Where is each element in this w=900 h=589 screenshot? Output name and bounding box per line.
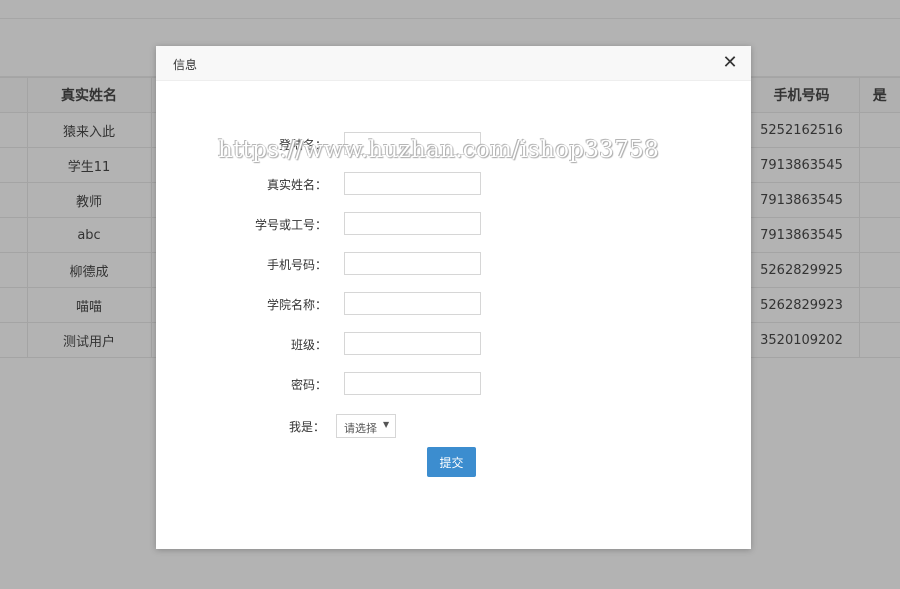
college-input[interactable] [344, 292, 481, 315]
table-cell [858, 252, 900, 288]
column-header-phone[interactable]: 手机号码 [743, 77, 860, 113]
student-id-label: 学号或工号： [254, 218, 327, 232]
phone-input[interactable] [344, 252, 481, 275]
table-cell [0, 147, 28, 183]
table-cell [858, 217, 900, 253]
student-id-input[interactable] [344, 212, 481, 235]
table-cell [858, 182, 900, 218]
name-cell: 猿来入此 [26, 112, 152, 148]
caret-down-icon: ▼ [383, 420, 390, 429]
column-header[interactable]: 是 [858, 77, 900, 113]
table-cell [0, 252, 28, 288]
password-input[interactable] [344, 372, 481, 395]
role-select[interactable]: 请选择 ▼ [336, 414, 396, 438]
role-label: 我是： [288, 420, 325, 434]
table-cell [0, 287, 28, 323]
form-row-login: 登陆名： [156, 132, 751, 156]
password-label: 密码： [290, 378, 327, 392]
name-cell: abc [26, 217, 152, 253]
class-label: 班级： [290, 338, 327, 352]
table-cell [0, 322, 28, 358]
form-row-phone: 手机号码： [156, 252, 751, 276]
table-cell [858, 112, 900, 148]
college-label: 学院名称： [266, 298, 327, 312]
form-row-id: 学号或工号： [156, 212, 751, 236]
table-cell [0, 182, 28, 218]
form-row-role: 我是： 请选择 ▼ [156, 414, 751, 438]
phone-cell: 5262829923 [743, 287, 860, 323]
dialog-header: 信息 ✕ [156, 46, 751, 81]
real-name-label: 真实姓名： [266, 178, 327, 192]
form-row-realname: 真实姓名： [156, 172, 751, 196]
name-cell: 柳德成 [26, 252, 152, 288]
name-cell: 测试用户 [26, 322, 152, 358]
name-cell: 教师 [26, 182, 152, 218]
role-select-value: 请选择 [344, 422, 377, 435]
name-cell: 学生11 [26, 147, 152, 183]
dialog-title: 信息 [173, 58, 198, 72]
close-icon[interactable]: ✕ [722, 54, 738, 72]
column-header-name[interactable]: 真实姓名 [26, 77, 152, 113]
phone-cell: 7913863545 [743, 182, 860, 218]
form-row-college: 学院名称： [156, 292, 751, 316]
form-row-class: 班级： [156, 332, 751, 356]
top-bar [0, 0, 900, 19]
form-row-password: 密码： [156, 372, 751, 396]
info-dialog: 信息 ✕ 登陆名： 真实姓名： 学号或工号： 手机号码： 学院名称： 班级： 密… [156, 46, 751, 549]
phone-cell: 3520109202 [743, 322, 860, 358]
table-cell [0, 112, 28, 148]
column-header [0, 77, 28, 113]
phone-cell: 5262829925 [743, 252, 860, 288]
phone-label: 手机号码： [266, 258, 327, 272]
name-cell: 喵喵 [26, 287, 152, 323]
submit-button[interactable]: 提交 [427, 447, 476, 477]
table-cell [858, 147, 900, 183]
login-name-input[interactable] [344, 132, 481, 155]
table-cell [0, 217, 28, 253]
real-name-input[interactable] [344, 172, 481, 195]
table-cell [858, 322, 900, 358]
phone-cell: 7913863545 [743, 147, 860, 183]
phone-cell: 7913863545 [743, 217, 860, 253]
table-cell [858, 287, 900, 323]
class-input[interactable] [344, 332, 481, 355]
login-name-label: 登陆名： [278, 138, 327, 152]
phone-cell: 5252162516 [743, 112, 860, 148]
